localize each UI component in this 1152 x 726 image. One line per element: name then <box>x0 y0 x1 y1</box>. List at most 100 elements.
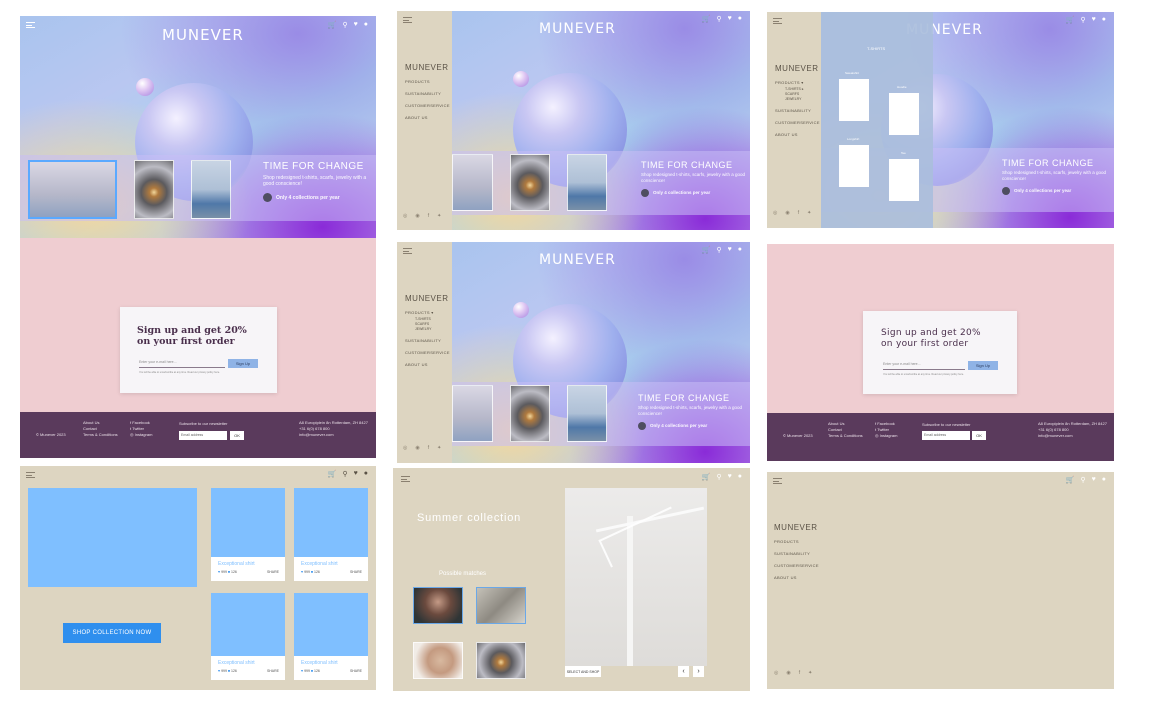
heart-icon[interactable]: ♥ <box>728 473 732 481</box>
collection-photo-people[interactable] <box>28 160 117 219</box>
signup-email-input[interactable]: Enter your e-mail here... <box>139 360 225 368</box>
search-icon[interactable]: ⚲ <box>716 473 721 481</box>
nav-customerservice[interactable]: CUSTOMERSERVICE <box>405 103 450 108</box>
side-nav-brand[interactable]: MUNEVER <box>405 63 450 72</box>
comment-icon[interactable]: ■ <box>311 669 313 673</box>
search-icon[interactable]: ⚲ <box>716 246 721 254</box>
heart-icon[interactable]: ♥ <box>218 669 220 673</box>
nav-sustainability[interactable]: SUSTAINABILITY <box>774 551 819 556</box>
comment-icon[interactable]: ■ <box>311 570 313 574</box>
share-link[interactable]: SHARE <box>267 570 279 574</box>
nav-sub-jewelry[interactable]: JEWELRY <box>785 97 820 101</box>
collection-photo-jewelry[interactable] <box>134 160 174 219</box>
search-icon[interactable]: ⚲ <box>1080 476 1085 484</box>
menu-icon[interactable] <box>773 18 782 24</box>
tshirt-card-longshirt[interactable] <box>839 145 869 187</box>
share-link[interactable]: SHARE <box>267 669 279 673</box>
twitter-icon[interactable]: ✦ <box>437 213 441 219</box>
product-card-image[interactable] <box>211 593 285 656</box>
heart-icon[interactable]: ♥ <box>301 669 303 673</box>
tshirt-card-sweatshirt[interactable] <box>839 79 869 121</box>
newsletter-button[interactable]: OK <box>230 431 244 440</box>
cart-icon[interactable]: 🛒 <box>1066 16 1075 24</box>
nav-sub-tshirts[interactable]: T-SHIRTS <box>415 317 450 321</box>
instagram-icon[interactable]: ◎ <box>773 210 777 216</box>
heart-icon[interactable]: ♥ <box>354 21 358 29</box>
instagram-icon[interactable]: ◎ <box>774 670 778 676</box>
heart-icon[interactable]: ♥ <box>1092 476 1096 484</box>
nav-about[interactable]: ABOUT US <box>405 115 450 120</box>
shop-collection-button[interactable]: SHOP COLLECTION NOW <box>63 623 161 643</box>
collection-photo-sea[interactable] <box>567 385 607 442</box>
collection-photo-sea[interactable] <box>191 160 231 219</box>
cart-icon[interactable]: 🛒 <box>1066 476 1075 484</box>
footer-social-instagram[interactable]: ◎ Instagram <box>875 433 897 439</box>
nav-about[interactable]: ABOUT US <box>774 575 819 580</box>
cart-icon[interactable]: 🛒 <box>702 15 711 23</box>
product-card-image[interactable] <box>211 488 285 557</box>
nav-products[interactable]: PRODUCTS ▾ <box>405 310 450 315</box>
brand-logo[interactable]: MUNEVER <box>539 252 616 268</box>
user-icon[interactable]: ● <box>738 15 742 23</box>
nav-about[interactable]: ABOUT US <box>775 132 820 137</box>
facebook-icon[interactable]: f <box>798 210 799 216</box>
nav-sustainability[interactable]: SUSTAINABILITY <box>405 338 450 343</box>
menu-icon[interactable] <box>403 17 412 23</box>
comment-icon[interactable]: ■ <box>228 669 230 673</box>
nav-sustainability[interactable]: SUSTAINABILITY <box>775 108 820 113</box>
menu-icon[interactable] <box>401 476 410 482</box>
user-icon[interactable]: ● <box>364 21 368 29</box>
menu-icon[interactable] <box>403 248 412 254</box>
collection-photo-jewelry[interactable] <box>510 385 550 442</box>
user-icon[interactable]: ● <box>1102 16 1106 24</box>
nav-about[interactable]: ABOUT US <box>405 362 450 367</box>
tshirt-card-tee[interactable] <box>889 159 919 201</box>
signup-button[interactable]: Sign Up <box>228 359 258 368</box>
product-card-image[interactable] <box>294 593 368 656</box>
facebook-icon[interactable]: f <box>428 445 429 451</box>
side-nav-brand[interactable]: MUNEVER <box>774 523 819 532</box>
nav-sub-scarfs[interactable]: SCARFS <box>415 322 450 326</box>
footer-link[interactable]: Terms & Conditions <box>83 432 118 438</box>
nav-sub-scarfs[interactable]: SCARFS <box>785 92 820 96</box>
search-icon[interactable]: ⚲ <box>342 470 347 478</box>
signup-email-input[interactable]: Enter your e-mail here... <box>883 362 965 370</box>
facebook-icon[interactable]: f <box>428 213 429 219</box>
nav-products[interactable]: PRODUCTS ▾ <box>775 80 820 85</box>
cart-icon[interactable]: 🛒 <box>328 470 337 478</box>
search-icon[interactable]: ⚲ <box>716 15 721 23</box>
newsletter-button[interactable]: OK <box>972 431 986 440</box>
side-nav-brand[interactable]: MUNEVER <box>405 294 450 303</box>
nav-sub-tshirts[interactable]: T-SHIRTS ▸ <box>785 87 820 91</box>
nav-sub-jewelry[interactable]: JEWELRY <box>415 327 450 331</box>
select-shop-button[interactable]: SELECT AND SHOP <box>565 666 601 677</box>
cart-icon[interactable]: 🛒 <box>702 473 711 481</box>
heart-icon[interactable]: ♥ <box>728 246 732 254</box>
twitter-icon[interactable]: ✦ <box>437 445 441 451</box>
twitter-icon[interactable]: ✦ <box>807 210 811 216</box>
collection-photo-people[interactable] <box>452 154 493 211</box>
product-name[interactable]: Exceptional shirt <box>218 660 255 666</box>
featured-image[interactable] <box>28 488 197 587</box>
heart-icon[interactable]: ♥ <box>728 15 732 23</box>
menu-icon[interactable] <box>26 472 35 478</box>
search-icon[interactable]: ⚲ <box>342 21 347 29</box>
user-icon[interactable]: ● <box>738 473 742 481</box>
product-name[interactable]: Exceptional shirt <box>218 561 255 567</box>
nav-products[interactable]: PRODUCTS <box>774 539 819 544</box>
user-icon[interactable]: ● <box>364 470 368 478</box>
nav-customerservice[interactable]: CUSTOMERSERVICE <box>774 563 819 568</box>
tshirt-card-hoodie[interactable] <box>889 93 919 135</box>
cart-icon[interactable]: 🛒 <box>702 246 711 254</box>
cart-icon[interactable]: 🛒 <box>328 21 337 29</box>
pinterest-icon[interactable]: ◉ <box>415 213 419 219</box>
newsletter-input[interactable]: Email address <box>179 431 227 440</box>
match-photo-earring[interactable] <box>413 642 463 679</box>
collection-photo-jewelry[interactable] <box>510 154 550 211</box>
pinterest-icon[interactable]: ◉ <box>415 445 419 451</box>
newsletter-input[interactable]: Email address <box>922 431 970 440</box>
heart-icon[interactable]: ♥ <box>1092 16 1096 24</box>
match-photo-jewelry[interactable] <box>476 642 526 679</box>
facebook-icon[interactable]: f <box>799 670 800 676</box>
side-nav-brand[interactable]: MUNEVER <box>775 64 820 73</box>
